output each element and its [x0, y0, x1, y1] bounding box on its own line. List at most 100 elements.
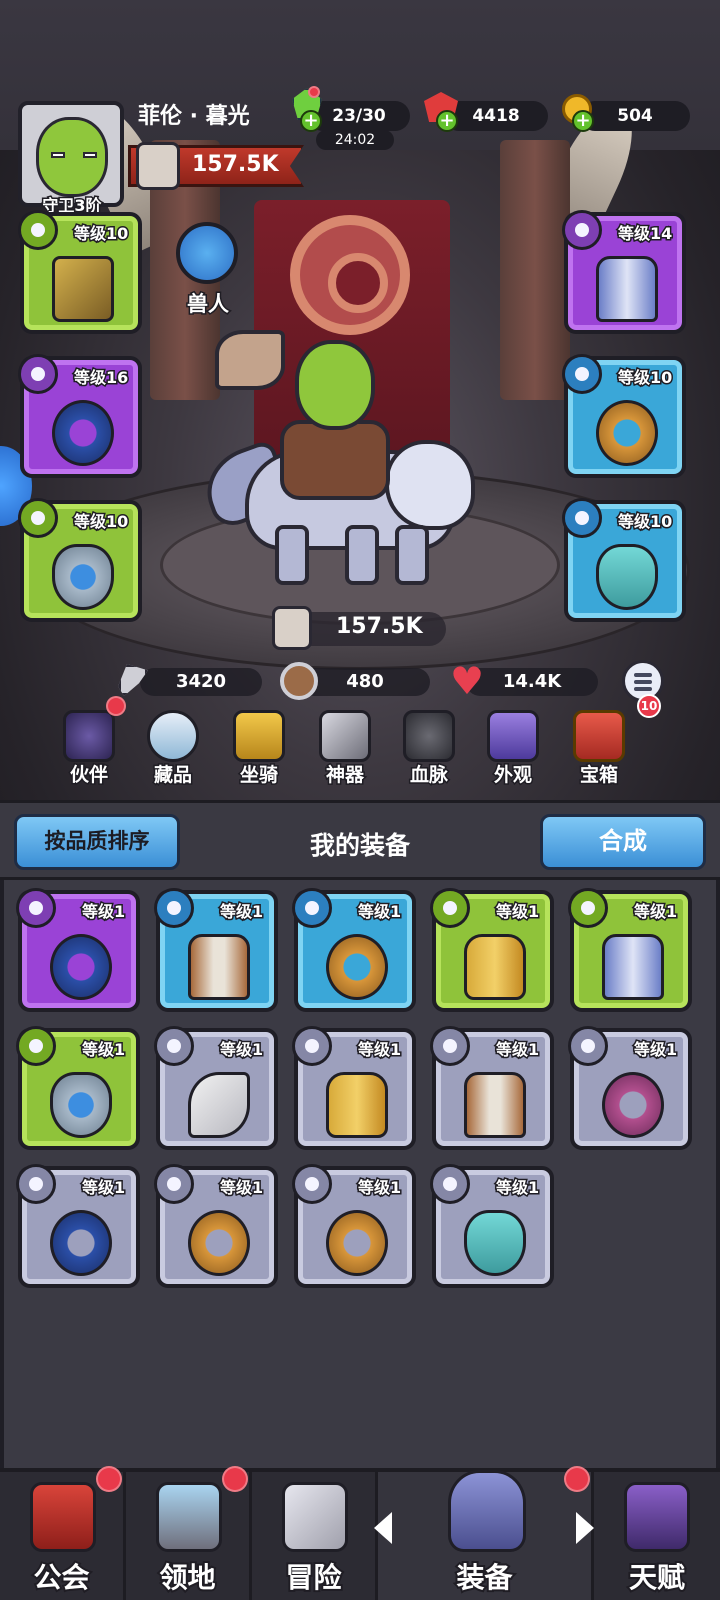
sort-by-quality-button[interactable]: 按品质排序 — [14, 814, 180, 870]
quick-label: 外观 — [492, 763, 533, 788]
inventory-item[interactable]: 等级1 — [430, 1164, 554, 1288]
mask-icon — [596, 544, 658, 610]
stamina-timer: 24:02 — [316, 130, 394, 150]
inventory-item[interactable]: 等级1 — [154, 1164, 278, 1288]
inventory-item[interactable]: 等级1 — [16, 1026, 140, 1150]
axe-power-icon — [272, 606, 312, 650]
axe-shape — [118, 664, 148, 696]
equip-slot-necklace[interactable]: 等级10 — [18, 498, 142, 622]
shield-shape — [280, 662, 318, 700]
gold-ring-icon — [326, 1210, 388, 1276]
gold-armor-icon — [326, 1072, 388, 1138]
stamina-add-button[interactable]: + — [286, 86, 330, 132]
armor-type-icon — [154, 888, 194, 928]
notification-dot — [308, 86, 320, 98]
vest-icon — [596, 256, 658, 322]
item-level: 等级1 — [218, 1039, 264, 1061]
quick-bloodline[interactable]: 血脉 — [394, 710, 464, 790]
equip-slot-ring[interactable]: 等级16 — [18, 354, 142, 478]
armor-type-icon — [430, 1026, 470, 1066]
quick-artifact[interactable]: 神器 — [310, 710, 380, 790]
inventory-item[interactable]: 等级1 — [430, 1026, 554, 1150]
item-level: 等级1 — [356, 1039, 402, 1061]
nav-tab-guild[interactable]: 公会 — [0, 1466, 126, 1600]
quick-mount[interactable]: 坐骑 — [224, 710, 294, 790]
inventory-item[interactable]: 等级1 — [154, 888, 278, 1012]
nav-label: 公会 — [31, 1559, 91, 1596]
orc-race-icon[interactable] — [176, 222, 238, 284]
quick-collection[interactable]: 藏品 — [138, 710, 208, 790]
ring-type-icon — [568, 1026, 608, 1066]
inventory-item[interactable]: 等级1 — [292, 1026, 416, 1150]
gold-ring-icon — [188, 1210, 250, 1276]
inventory-item[interactable]: 等级1 — [430, 888, 554, 1012]
necklace-type-icon — [18, 498, 58, 538]
inventory-item[interactable]: 等级1 — [292, 888, 416, 1012]
heart-icon: ♥ — [449, 659, 485, 703]
nav-tab-adventure[interactable]: 冒险 — [252, 1472, 378, 1600]
quick-label: 血脉 — [408, 763, 449, 788]
vest-icon — [602, 934, 664, 1000]
slot-level: 等级10 — [616, 367, 673, 389]
inventory-item[interactable]: 等级1 — [568, 1026, 692, 1150]
equip-slot-weapon[interactable]: 等级10 — [18, 210, 142, 334]
inventory-item[interactable]: 等级1 — [16, 888, 140, 1012]
bloodline-icon — [403, 710, 455, 762]
race-label: 兽人 — [186, 291, 231, 318]
quick-chest[interactable]: 宝箱 — [564, 710, 634, 790]
inventory-item[interactable]: 等级1 — [292, 1164, 416, 1288]
gold-add-button[interactable]: + — [558, 88, 602, 132]
quick-companion[interactable]: 伙伴 — [54, 696, 126, 790]
territory-icon — [156, 1482, 222, 1552]
companion-icon — [63, 710, 115, 762]
equip-slot-armor[interactable]: 等级14 — [562, 210, 686, 334]
dark-ring-icon — [52, 400, 114, 466]
armor-type-icon — [562, 210, 602, 250]
nav-tab-territory[interactable]: 领地 — [126, 1466, 252, 1600]
avatar-eye — [83, 152, 97, 158]
attack-stat: 3420 — [140, 668, 262, 696]
inventory-item[interactable]: 等级1 — [154, 1026, 278, 1150]
orc-hero-character[interactable] — [215, 320, 415, 520]
chest-icon — [573, 710, 625, 762]
inventory-item[interactable]: 等级1 — [568, 888, 692, 1012]
nav-tab-talent[interactable]: 天赋 — [594, 1472, 720, 1600]
nav-label: 装备 — [454, 1559, 514, 1596]
ring-type-icon — [292, 888, 332, 928]
item-level: 等级1 — [356, 901, 402, 923]
merge-button[interactable]: 合成 — [540, 814, 706, 870]
amulet-icon — [52, 544, 114, 610]
orc-head — [295, 340, 375, 430]
mask-icon — [464, 1210, 526, 1276]
crossbow-icon — [52, 256, 114, 322]
weapon-type-icon — [154, 1026, 194, 1066]
quick-label: 宝箱 — [578, 763, 619, 788]
orc-axe — [215, 330, 285, 390]
equip-slot-helmet[interactable]: 等级10 — [562, 498, 686, 622]
equipment-icon — [448, 1470, 526, 1552]
orc-face-icon — [36, 117, 108, 197]
menu-line — [634, 687, 652, 691]
pillar-right — [500, 140, 570, 400]
banner-emblem — [290, 215, 410, 335]
gems-add-button[interactable]: + — [422, 88, 466, 132]
equip-slot-ring-2[interactable]: 等级10 — [562, 354, 686, 478]
nav-right-arrow-icon — [576, 1512, 594, 1544]
necklace-type-icon — [562, 498, 602, 538]
nav-label: 冒险 — [283, 1559, 343, 1596]
item-level: 等级1 — [494, 1177, 540, 1199]
green-ring-icon — [602, 1072, 664, 1138]
weapon-type-icon — [18, 210, 58, 250]
item-level: 等级1 — [632, 901, 678, 923]
nav-label: 天赋 — [627, 1559, 687, 1596]
quick-label: 伙伴 — [68, 763, 109, 788]
inventory-item[interactable]: 等级1 — [16, 1164, 140, 1288]
menu-line — [634, 673, 652, 677]
quick-appearance[interactable]: 外观 — [478, 710, 548, 790]
ring-type-icon — [562, 354, 602, 394]
nav-label: 领地 — [157, 1559, 217, 1596]
ring-type-icon — [18, 354, 58, 394]
nav-tab-equipment[interactable]: 装备 — [378, 1466, 594, 1600]
item-level: 等级1 — [218, 901, 264, 923]
shirt-icon — [464, 1072, 526, 1138]
